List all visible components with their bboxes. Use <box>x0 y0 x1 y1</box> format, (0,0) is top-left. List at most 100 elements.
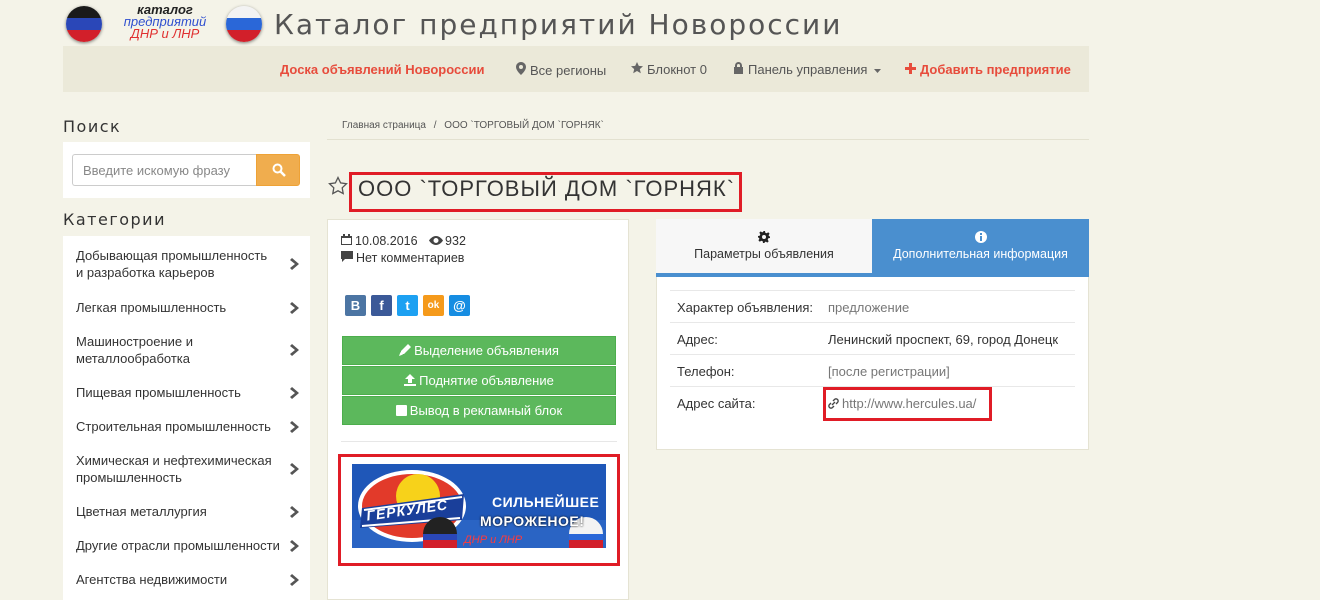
nav-add-company-link[interactable]: Добавить предприятие <box>905 62 1071 77</box>
detail-value: [после регистрации] <box>828 364 950 379</box>
comments-label: Нет комментариев <box>356 251 465 265</box>
nav-notebook-link[interactable]: Блокнот 0 <box>631 62 707 77</box>
tab-extra-label: Дополнительная информация <box>893 247 1068 261</box>
row-divider <box>670 290 1075 291</box>
category-item[interactable]: Химическая и нефтехимическая промышленно… <box>76 452 301 486</box>
breadcrumb-home-link[interactable]: Главная страница <box>342 120 426 131</box>
odnoklassniki-share-button[interactable]: ok <box>423 295 444 316</box>
nav-regions-label: Все регионы <box>530 63 607 78</box>
category-item[interactable]: Пищевая промышленность <box>76 384 301 401</box>
chevron-right-icon <box>290 258 299 270</box>
nav-panel-dropdown[interactable]: Панель управления <box>733 62 882 77</box>
upload-icon <box>404 374 417 386</box>
pencil-icon <box>399 344 412 356</box>
tab-params[interactable]: Параметры объявления <box>656 219 872 277</box>
plus-icon <box>905 63 916 74</box>
site-logo[interactable]: каталог предприятий ДНР и ЛНР <box>66 3 266 44</box>
breadcrumb-current: ООО `ТОРГОВЫЙ ДОМ `ГОРНЯК` <box>444 120 604 131</box>
category-label: Агентства недвижимости <box>76 572 228 587</box>
categories-list: Добывающая промышленность и разработка к… <box>63 236 310 600</box>
vk-share-button[interactable]: В <box>345 295 366 316</box>
chevron-right-icon <box>290 420 299 433</box>
logo-line-3: ДНР и ЛНР <box>130 26 200 41</box>
chevron-right-icon <box>290 301 299 314</box>
raise-listing-button[interactable]: Поднятие объявление <box>342 366 616 395</box>
chevron-right-icon <box>290 573 299 586</box>
categories-heading: Категории <box>63 210 166 229</box>
detail-label: Телефон: <box>677 364 735 379</box>
chevron-right-icon <box>290 344 299 356</box>
category-item[interactable]: Другие отрасли промышленности <box>76 537 301 554</box>
category-label: Добывающая промышленность и разработка к… <box>76 248 268 280</box>
caret-down-icon <box>874 69 882 73</box>
comment-icon <box>341 251 353 262</box>
chevron-right-icon <box>290 386 299 399</box>
search-button[interactable] <box>256 154 300 186</box>
search-input[interactable] <box>72 154 256 186</box>
category-item[interactable]: Цветная металлургия <box>76 503 301 520</box>
detail-label: Адрес сайта: <box>677 396 756 411</box>
highlight-listing-button[interactable]: Выделение объявления <box>342 336 616 365</box>
favorite-star-icon[interactable] <box>328 176 348 196</box>
info-icon <box>974 231 987 243</box>
listing-comments: Нет комментариев <box>341 251 464 265</box>
category-item[interactable]: Агентства недвижимости <box>76 571 301 588</box>
category-label: Машиностроение и металлообработка <box>76 334 193 366</box>
logo-text: каталог предприятий ДНР и ЛНР <box>102 3 228 41</box>
calendar-icon <box>341 234 352 245</box>
twitter-share-button[interactable]: t <box>397 295 418 316</box>
category-label: Цветная металлургия <box>76 504 207 519</box>
detail-value: Ленинский проспект, 69, город Донецк <box>828 332 1059 347</box>
row-divider <box>670 354 1075 355</box>
nav-board-link[interactable]: Доска объявлений Новороссии <box>280 62 484 77</box>
banner-highlight-box <box>338 454 620 566</box>
lpr-flag-icon <box>226 6 262 42</box>
lock-icon <box>734 62 743 74</box>
search-heading: Поиск <box>63 117 122 136</box>
ad-block-button[interactable]: Вывод в рекламный блок <box>342 396 616 425</box>
category-label: Химическая и нефтехимическая промышленно… <box>76 453 272 485</box>
category-label: Строительная промышленность <box>76 419 271 434</box>
category-item[interactable]: Добывающая промышленность и разработка к… <box>76 247 301 281</box>
nav-notebook-label: Блокнот 0 <box>647 62 707 77</box>
category-item[interactable]: Легкая промышленность <box>76 299 301 316</box>
chevron-right-icon <box>290 505 299 518</box>
detail-label: Адрес: <box>677 332 718 347</box>
breadcrumb-divider <box>327 139 1089 140</box>
ad-block-label: Вывод в рекламный блок <box>409 403 563 418</box>
listing-date-views: 10.08.2016 932 <box>341 234 466 248</box>
breadcrumb: Главная страница / ООО `ТОРГОВЫЙ ДОМ `ГО… <box>342 120 604 131</box>
raise-listing-label: Поднятие объявление <box>419 373 554 388</box>
card-divider <box>341 441 617 442</box>
chevron-right-icon <box>290 539 299 552</box>
listing-views: 932 <box>445 234 466 248</box>
tab-params-label: Параметры объявления <box>694 247 834 261</box>
url-highlight-box <box>823 387 992 421</box>
facebook-share-button[interactable]: f <box>371 295 392 316</box>
category-item[interactable]: Машиностроение и металлообработка <box>76 333 301 367</box>
category-label: Другие отрасли промышленности <box>76 538 280 553</box>
site-title[interactable]: Каталог предприятий Новороссии <box>274 8 842 41</box>
map-marker-icon <box>516 62 526 75</box>
nav-panel-label: Панель управления <box>748 62 868 77</box>
nav-add-label: Добавить предприятие <box>920 62 1071 77</box>
category-item[interactable]: Строительная промышленность <box>76 418 301 435</box>
detail-value: предложение <box>828 300 910 315</box>
category-label: Легкая промышленность <box>76 300 227 315</box>
tab-extra-info[interactable]: Дополнительная информация <box>872 219 1089 277</box>
chevron-right-icon <box>290 463 299 475</box>
listing-date: 10.08.2016 <box>355 234 418 248</box>
mailru-share-button[interactable]: @ <box>449 295 470 316</box>
search-panel <box>63 142 310 198</box>
eye-icon <box>429 236 444 245</box>
dpr-flag-icon <box>66 6 102 42</box>
top-navbar: Доска объявлений Новороссии Все регионы … <box>63 46 1089 92</box>
gear-icon <box>758 231 770 243</box>
breadcrumb-separator: / <box>433 120 437 131</box>
detail-label: Характер объявления: <box>677 300 813 315</box>
category-label: Пищевая промышленность <box>76 385 241 400</box>
highlight-listing-label: Выделение объявления <box>414 343 559 358</box>
title-highlight-box <box>349 172 742 212</box>
nav-regions-link[interactable]: Все регионы <box>516 62 606 78</box>
row-divider <box>670 322 1075 323</box>
